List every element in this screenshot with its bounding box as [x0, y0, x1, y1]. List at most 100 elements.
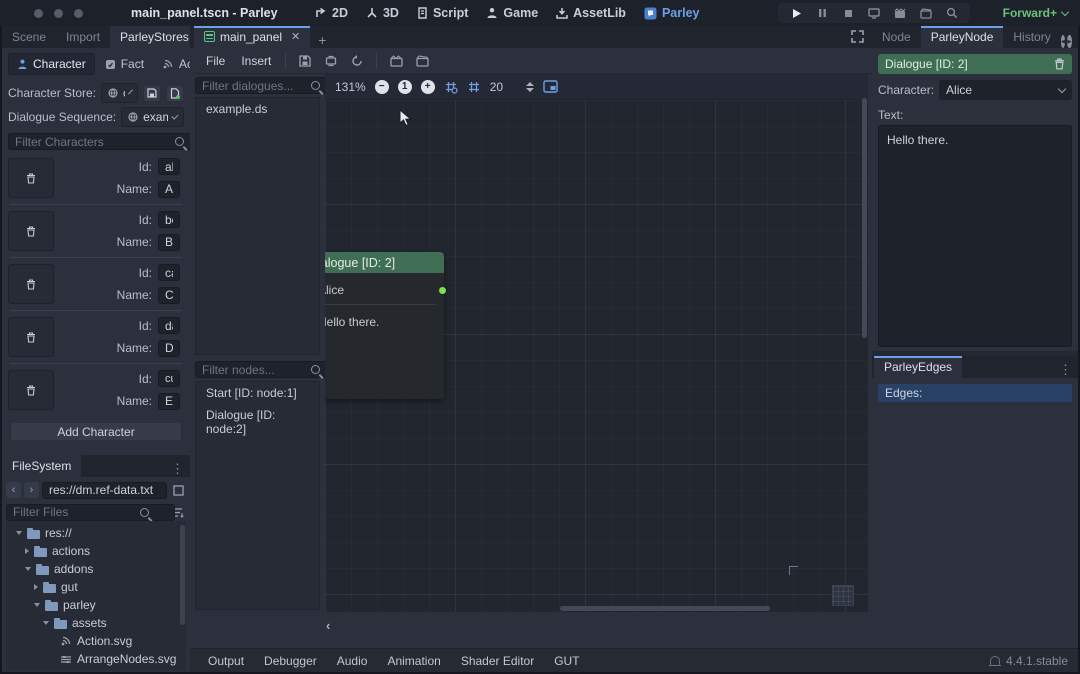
zoom-out-button[interactable]: −: [375, 80, 389, 94]
tab-parleynode[interactable]: ParleyNode: [921, 26, 1004, 48]
dialogue-text-area[interactable]: Hello there.: [878, 125, 1072, 347]
character-name-field[interactable]: [158, 393, 180, 410]
tree-item-gut[interactable]: gut: [16, 578, 186, 596]
minimap-toggle-icon[interactable]: [543, 80, 558, 93]
tree-item-parley[interactable]: parley: [16, 596, 186, 614]
graph-vscrollbar[interactable]: [862, 98, 867, 338]
workspace-3d-button[interactable]: 3D: [359, 3, 406, 23]
delete-character-button[interactable]: [8, 317, 54, 357]
character-id-field[interactable]: [158, 317, 180, 334]
run-dialogue-icon[interactable]: [385, 52, 407, 70]
history-back-icon[interactable]: ◂: [1061, 35, 1066, 48]
workspace-parley-button[interactable]: Parley: [637, 3, 707, 23]
snap-distance-stepper[interactable]: [526, 82, 534, 92]
tree-item-assets[interactable]: assets: [16, 614, 186, 632]
tab-character-store[interactable]: Character: [8, 53, 95, 75]
expand-fullscreen-icon[interactable]: [851, 30, 864, 43]
character-store-dropdown[interactable]: cha: [101, 83, 138, 103]
tab-scene[interactable]: Scene: [2, 26, 56, 48]
graph-node-dialogue[interactable]: Dialogue [ID: 2] Alice Hello there.: [325, 252, 444, 399]
dialogue-list-item[interactable]: example.ds: [196, 98, 319, 120]
save-store-button[interactable]: [143, 85, 161, 102]
node-list-item[interactable]: Dialogue [ID: node:2]: [196, 404, 319, 440]
edges-section-header[interactable]: Edges:: [878, 384, 1072, 402]
profiler-icon[interactable]: [944, 5, 960, 21]
tree-item-action-svg[interactable]: Action.svg: [16, 632, 186, 650]
graph-minimap[interactable]: [832, 585, 854, 606]
history-forward-button[interactable]: ›: [24, 482, 39, 498]
shader-editor-panel-button[interactable]: Shader Editor: [453, 652, 542, 670]
workspace-script-button[interactable]: Script: [410, 3, 475, 23]
current-path-field[interactable]: [42, 482, 167, 499]
notification-bell-icon[interactable]: [990, 656, 1000, 665]
workspace-2d-button[interactable]: 2D: [308, 3, 355, 23]
tab-import[interactable]: Import: [56, 26, 110, 48]
expander-icon[interactable]: [34, 584, 38, 590]
tab-filesystem[interactable]: FileSystem: [2, 455, 81, 477]
gut-panel-button[interactable]: GUT: [546, 652, 587, 670]
graph-node-title[interactable]: Dialogue [ID: 2]: [325, 252, 444, 273]
output-panel-button[interactable]: Output: [200, 652, 252, 670]
movie-maker-button[interactable]: [918, 5, 934, 21]
audio-panel-button[interactable]: Audio: [329, 652, 376, 670]
character-name-field[interactable]: [158, 181, 180, 198]
character-name-field[interactable]: [158, 340, 180, 357]
tree-item-arrangenodes-svg[interactable]: ArrangeNodes.svg: [16, 650, 186, 668]
filesystem-scrollbar[interactable]: [180, 525, 185, 625]
character-id-field[interactable]: [158, 370, 180, 387]
dialogue-sequence-dropdown[interactable]: example.: [121, 107, 184, 127]
test-dialogue-icon[interactable]: [411, 52, 433, 70]
zoom-in-button[interactable]: +: [421, 80, 435, 94]
close-icon[interactable]: ✕: [291, 30, 300, 43]
dock-menu-kebab-icon[interactable]: ⋮: [1074, 32, 1080, 48]
tab-parleyedges[interactable]: ParleyEdges: [874, 356, 962, 378]
delete-node-button[interactable]: [1054, 58, 1065, 70]
expander-icon[interactable]: [34, 603, 40, 607]
workspace-game-button[interactable]: Game: [479, 3, 545, 23]
character-id-field[interactable]: [158, 264, 180, 281]
save-icon[interactable]: [294, 52, 316, 70]
character-name-field[interactable]: [158, 234, 180, 251]
expander-icon[interactable]: [25, 548, 29, 554]
window-maximize-button[interactable]: [74, 9, 83, 18]
stop-button[interactable]: [840, 5, 856, 21]
pause-button[interactable]: [814, 5, 830, 21]
collapse-sidebar-button[interactable]: ‹: [326, 618, 330, 633]
history-forward-icon[interactable]: ▸: [1067, 35, 1072, 48]
zoom-reset-button[interactable]: 1: [398, 80, 412, 94]
history-back-button[interactable]: ‹: [6, 482, 21, 498]
remote-debug-button[interactable]: [866, 5, 882, 21]
output-port[interactable]: [439, 287, 446, 294]
new-scene-tab-button[interactable]: +: [310, 32, 334, 48]
tab-node[interactable]: Node: [872, 26, 921, 48]
character-id-field[interactable]: [158, 211, 180, 228]
renderer-dropdown[interactable]: Forward+: [1003, 0, 1068, 26]
tree-item-addons[interactable]: addons: [16, 560, 186, 578]
tree-item-actions[interactable]: actions: [16, 542, 186, 560]
split-view-icon[interactable]: [170, 481, 186, 499]
arrange-nodes-icon[interactable]: [320, 52, 342, 70]
node-list-item[interactable]: Start [ID: node:1]: [196, 382, 319, 404]
delete-character-button[interactable]: [8, 211, 54, 251]
delete-character-button[interactable]: [8, 264, 54, 304]
play-movie-button[interactable]: [892, 5, 908, 21]
tab-fact-store[interactable]: Fact: [97, 54, 152, 74]
character-id-field[interactable]: [158, 158, 180, 175]
filter-dialogues-input[interactable]: [195, 77, 328, 94]
new-store-button[interactable]: [166, 85, 184, 102]
refresh-icon[interactable]: [346, 52, 368, 70]
add-character-button[interactable]: Add Character: [10, 422, 182, 441]
expander-icon[interactable]: [43, 621, 49, 625]
animation-panel-button[interactable]: Animation: [379, 652, 448, 670]
snap-distance-value[interactable]: 20: [490, 80, 503, 94]
tree-item-res-root[interactable]: res://: [16, 524, 186, 542]
filter-characters-input[interactable]: [8, 133, 194, 150]
tab-parleystores[interactable]: ParleyStores: [110, 26, 199, 48]
graph-hscrollbar[interactable]: [560, 606, 770, 611]
window-controls[interactable]: [34, 9, 83, 18]
insert-menu[interactable]: Insert: [235, 51, 277, 71]
tab-history[interactable]: History: [1003, 26, 1060, 48]
character-name-field[interactable]: [158, 287, 180, 304]
delete-character-button[interactable]: [8, 158, 54, 198]
tab-main-panel-scene[interactable]: main_panel ✕: [194, 26, 310, 48]
